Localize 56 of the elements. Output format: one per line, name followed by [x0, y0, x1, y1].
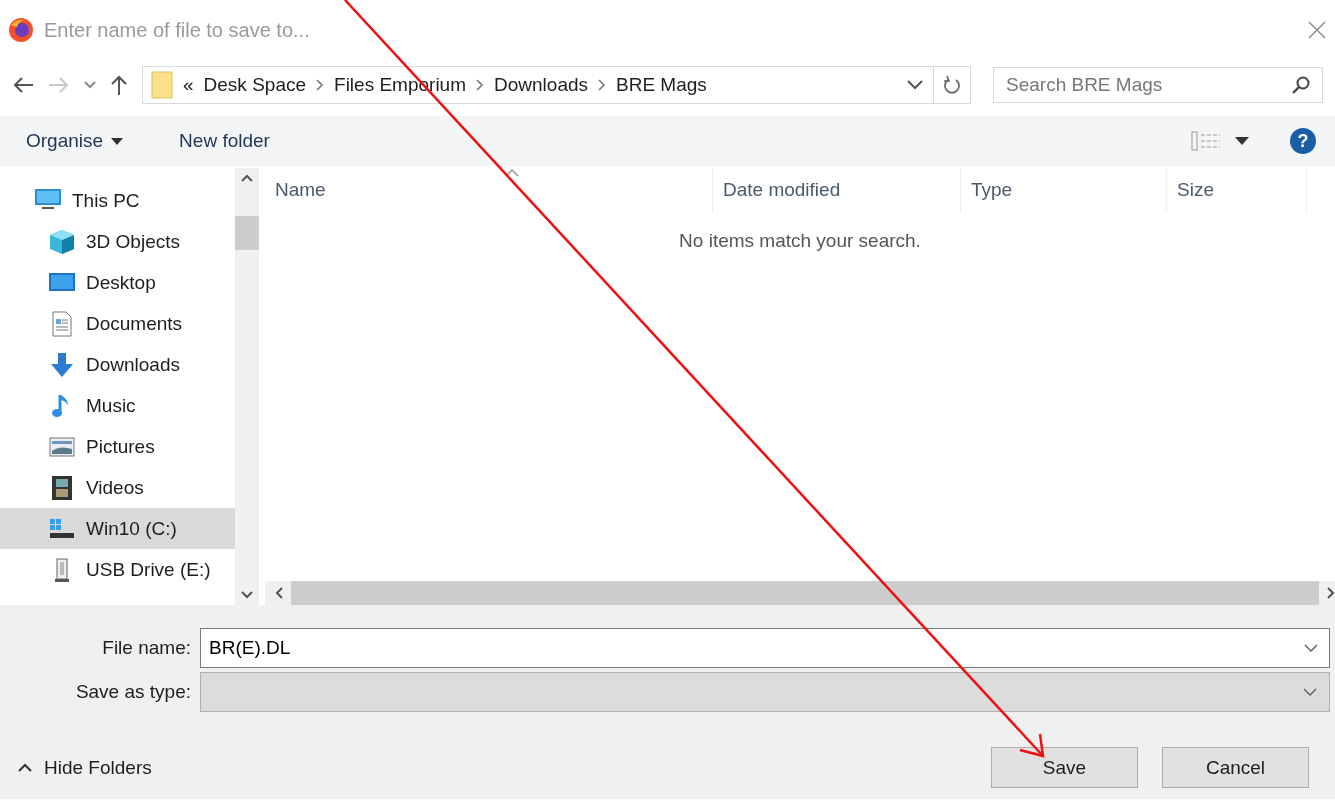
sort-up-icon — [505, 168, 519, 177]
hide-folders-button[interactable]: Hide Folders — [18, 756, 152, 779]
search-field[interactable]: Search BRE Mags — [993, 67, 1323, 103]
column-header[interactable]: Size — [1167, 168, 1307, 212]
sidebar-item[interactable]: Pictures — [0, 426, 235, 467]
sidebar-item[interactable]: 3D Objects — [0, 221, 235, 262]
caret-icon — [111, 137, 124, 145]
breadcrumb[interactable]: BRE Mags — [616, 74, 707, 96]
dropdown-chevron-icon[interactable] — [84, 81, 96, 89]
sidebar-item[interactable]: Win10 (C:) — [0, 508, 235, 549]
column-header[interactable]: Date modified — [713, 168, 961, 212]
breadcrumb[interactable]: Downloads — [494, 74, 588, 96]
objects3d-icon — [48, 227, 76, 256]
scrollbar-thumb[interactable] — [291, 581, 1319, 605]
dropdown-chevron-icon[interactable] — [907, 80, 923, 90]
scrollbar-thumb[interactable] — [235, 216, 259, 250]
search-icon — [1291, 75, 1311, 95]
column-header[interactable]: Type — [961, 168, 1167, 212]
column-header[interactable]: Name — [265, 168, 713, 212]
back-arrow-icon[interactable] — [12, 76, 34, 94]
refresh-icon[interactable] — [943, 75, 961, 95]
scroll-down-icon[interactable] — [241, 591, 253, 599]
organise-menu[interactable]: Organise — [26, 130, 124, 152]
scroll-right-icon[interactable] — [1327, 587, 1335, 599]
sidebar-item[interactable]: Videos — [0, 467, 235, 508]
sidebar-item[interactable]: This PC — [0, 180, 235, 221]
sidebar-item[interactable]: USB Drive (E:) — [0, 549, 235, 590]
file-name-label: File name: — [101, 637, 192, 659]
browser-logo-icon — [8, 17, 34, 43]
downloads-icon — [48, 350, 76, 379]
dropdown-chevron-icon — [1303, 688, 1317, 696]
help-icon[interactable]: ? — [1289, 127, 1317, 155]
sidebar-item[interactable]: Documents — [0, 303, 235, 344]
cancel-button[interactable]: Cancel — [1162, 747, 1309, 788]
folder-icon — [151, 71, 173, 99]
scroll-left-icon[interactable] — [275, 587, 283, 599]
sidebar-item[interactable]: Desktop — [0, 262, 235, 303]
save-as-type-label: Save as type: — [74, 681, 192, 703]
breadcrumb[interactable]: Desk Space — [203, 74, 307, 96]
empty-message: No items match your search. — [678, 230, 922, 252]
caret-icon[interactable] — [1235, 137, 1249, 145]
sidebar-item[interactable]: Music — [0, 385, 235, 426]
chevron-right-icon — [476, 79, 484, 91]
file-name-field[interactable]: BR(E).DL — [200, 628, 1330, 668]
new-folder-button[interactable]: New folder — [179, 130, 270, 152]
window-title: Enter name of file to save to... — [44, 18, 311, 42]
overflow-chevron[interactable]: « — [183, 74, 194, 96]
close-icon[interactable] — [1307, 20, 1327, 40]
chevron-up-icon — [18, 763, 32, 772]
sidebar-item[interactable]: Downloads — [0, 344, 235, 385]
chevron-right-icon — [316, 79, 325, 91]
dropdown-chevron-icon — [1304, 644, 1318, 652]
save-button[interactable]: Save — [991, 747, 1138, 788]
chevron-right-icon — [598, 79, 606, 91]
scroll-up-icon[interactable] — [241, 174, 253, 182]
up-arrow-icon[interactable] — [110, 74, 128, 96]
